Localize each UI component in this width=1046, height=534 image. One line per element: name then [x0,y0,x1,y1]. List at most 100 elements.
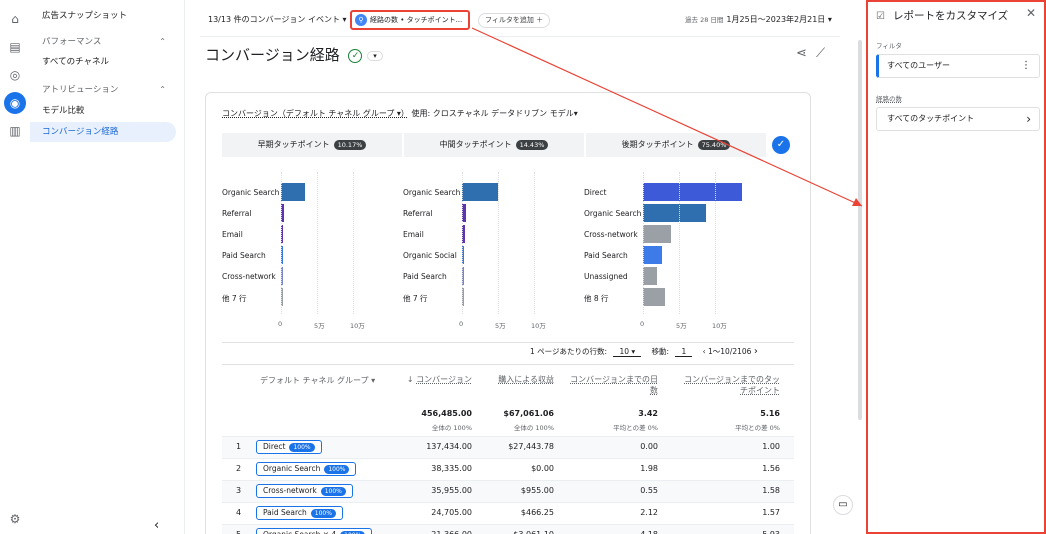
explore-icon[interactable]: ◎ [8,68,22,82]
insights-icon[interactable]: ⟋ [816,46,825,61]
close-icon[interactable]: ✕ [1026,6,1036,20]
channel-chip[interactable]: Organic Search × 4100% [256,528,373,534]
channel-chip[interactable]: Cross-network 100% [256,484,353,498]
nav-conversion-paths[interactable]: コンバージョン経路 [30,122,176,142]
advertising-icon[interactable]: ◉ [4,92,26,114]
touchpoints-value: すべてのタッチポイント [887,114,975,123]
bar-label: Email [403,230,424,239]
total-days: 3.42 [638,409,658,418]
total-conversions: 456,485.00 [421,409,472,418]
bar[interactable] [281,183,305,201]
bar[interactable] [643,288,665,306]
stage-late[interactable]: 後期タッチポイント 75.40% [586,133,766,157]
chevron-up-icon: ⌃ [159,37,166,46]
row-number: 3 [236,486,242,495]
bar-label: Organic Search [584,209,642,218]
grid-line [643,172,644,314]
table-cell: 24,705.00 [431,508,472,517]
bar-label: Unassigned [584,272,628,281]
more-vert-icon[interactable]: ⋮ [1021,55,1031,77]
dim-header[interactable]: デフォルト チャネル グループ ▾ [260,375,380,386]
bar[interactable] [643,183,742,201]
settings-icon[interactable]: ⚙ [8,512,22,526]
bar-label: Email [222,230,243,239]
bar[interactable] [643,204,707,222]
stage-middle[interactable]: 中間タッチポイント 14.43% [404,133,584,157]
rows-per-page-value: 10 [619,347,629,356]
model-dimension-link[interactable]: コンバージョン（デフォルト チャネル グループ ▾） [222,109,409,118]
x-tick-label: 5万 [314,322,325,330]
date-range-prefix: 過去 28 日間 [685,16,724,24]
bar[interactable] [643,267,657,285]
next-page-icon[interactable]: › [754,346,758,357]
channel-pill: 100% [289,443,315,452]
header-days-label: コンバージョンまでの日数 [570,375,658,395]
sort-desc-icon: ↓ [406,375,417,384]
total-conversions-sub: 全体の 100% [431,424,472,432]
x-tick-label: 10万 [350,322,365,330]
home-icon[interactable]: ⌂ [8,12,22,26]
reports-icon[interactable]: ▤ [8,40,22,54]
page-title: コンバージョン経路 ✓ ▾ [205,44,383,65]
conversion-events-selector[interactable]: 13/13 件のコンバージョン イベント ▾ [208,14,347,25]
x-tick-label: 5万 [495,322,506,330]
channel-label: Direct [263,442,286,451]
total-days-sub: 平均との差 0% [613,424,658,432]
channel-chip[interactable]: Organic Search 100% [256,462,357,476]
nav-section-performance[interactable]: パフォーマンス ⌃ [30,32,176,52]
prev-page-icon[interactable]: ‹ [703,347,706,356]
bar[interactable] [643,246,662,264]
header-touchpoints[interactable]: コンバージョンまでのタッチポイント [680,374,780,396]
app-root: ⌂ ▤ ◎ ◉ ▥ ⚙ 広告スナップショット パフォーマンス ⌃ すべてのチャネ… [0,0,1046,534]
x-tick-label: 0 [278,320,283,328]
share-icon[interactable]: ⋖ [796,46,807,61]
configure-icon[interactable]: ▥ [8,124,22,138]
stage-early[interactable]: 早期タッチポイント 10.17% [222,133,402,157]
filter-user-field[interactable]: すべてのユーザー ⋮ [876,54,1040,78]
channel-chip[interactable]: Paid Search 100% [256,506,343,520]
nav-model-comparison[interactable]: モデル比較 [30,101,176,121]
stage-check-icon[interactable]: ✓ [772,136,790,154]
grid-line [281,172,282,314]
channel-pill: 100% [320,487,346,496]
top-bar: 13/13 件のコンバージョン イベント ▾ ⚲ 経路の数 • タッチポイント.… [200,8,840,30]
page-title-text: コンバージョン経路 [205,46,340,64]
touchpoints-field[interactable]: すべてのタッチポイント › [876,107,1040,131]
add-filter-button[interactable]: フィルタを追加 ＋ [478,13,551,28]
dim-header-label: デフォルト チャネル グループ [260,376,369,385]
path-icon: ⚲ [355,14,367,26]
path-filter-chip[interactable]: ⚲ 経路の数 • タッチポイント... [350,10,470,30]
check-circle-icon[interactable]: ✓ [348,48,363,63]
feedback-icon[interactable]: ▭ [833,495,853,515]
header-days[interactable]: コンバージョンまでの日数 [570,374,658,396]
page-scrollbar[interactable] [858,40,862,420]
path-filter-label: 経路の数 • タッチポイント... [370,16,463,24]
stage-middle-label: 中間タッチポイント [439,140,512,149]
touchpoint-stages: 早期タッチポイント 10.17% 中間タッチポイント 14.43% 後期タッチポイン… [222,133,794,157]
channel-chip[interactable]: Direct 100% [256,440,322,454]
model-name[interactable]: 使用: クロスチャネル データドリブン モデル▾ [411,109,577,118]
bar-label: Organic Social [403,251,457,260]
goto-page-input[interactable]: 1 [675,347,693,357]
row-number: 4 [236,508,242,517]
date-range-selector[interactable]: 過去 28 日間 1月25日～2023年2月21日 ▾ [685,14,832,25]
customize-report-panel: ☑ レポートをカスタマイズ ✕ フィルタ すべてのユーザー ⋮ 経路の数 すべてのタ… [866,0,1046,534]
add-filter-label: フィルタを追加 [485,16,534,24]
table-cell: $27,443.78 [508,442,554,451]
header-revenue[interactable]: 購入による収益 [490,374,554,385]
pagination: 1 ページあたりの行数: 10 ▾ 移動: 1 ‹ 1～10/2106 › [530,346,758,357]
header-conversions[interactable]: ↓ コンバージョン [400,374,472,385]
nav-section-attribution[interactable]: アトリビューション ⌃ [30,80,176,100]
grid-line [353,172,354,314]
rows-per-page-select[interactable]: 10 ▾ [613,347,642,357]
bar-label: Cross-network [222,272,276,281]
bar[interactable] [462,183,498,201]
grid-line [534,172,535,314]
collapse-nav-icon[interactable]: ‹ [154,518,159,533]
title-dropdown[interactable]: ▾ [367,50,383,61]
attribution-model-line[interactable]: コンバージョン（デフォルト チャネル グループ ▾） 使用: クロスチャネル デ… [222,108,578,119]
nav-ad-snapshot[interactable]: 広告スナップショット [30,6,176,26]
bar[interactable] [643,225,672,243]
nav-all-channels[interactable]: すべてのチャネル [30,52,176,72]
bar-label: 他 7 行 [403,294,428,303]
